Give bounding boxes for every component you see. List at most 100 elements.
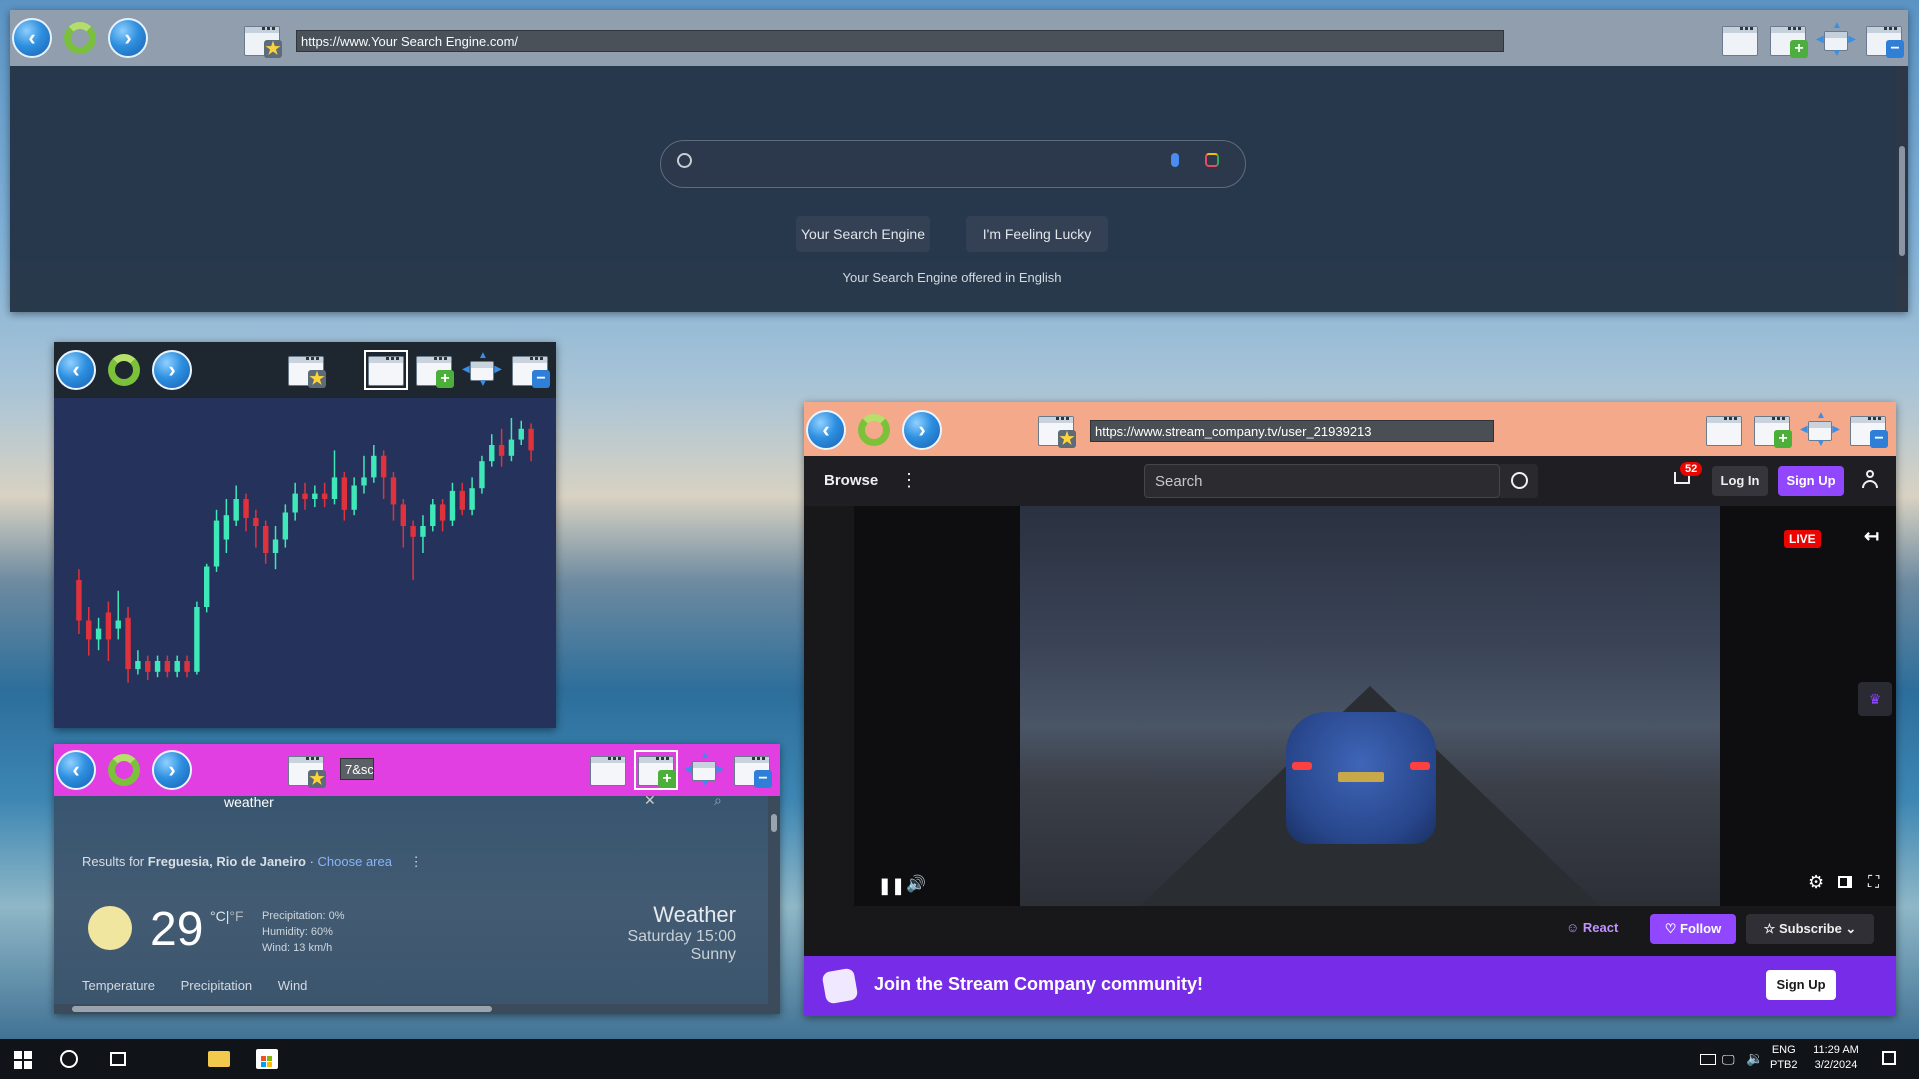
- volume-icon[interactable]: 🔊: [906, 874, 926, 894]
- new-window-button[interactable]: [1720, 22, 1760, 58]
- back-button[interactable]: ‹: [12, 18, 52, 58]
- camera-search-icon[interactable]: [1205, 153, 1219, 167]
- follow-button[interactable]: ♡ Follow: [1650, 914, 1736, 944]
- react-button[interactable]: ☺ React: [1566, 920, 1618, 935]
- search-taskbar-button[interactable]: [60, 1050, 78, 1068]
- candle-body: [341, 477, 348, 510]
- search-engine-button[interactable]: Your Search Engine: [796, 216, 930, 252]
- minimize-button[interactable]: −: [1864, 22, 1904, 58]
- star-icon: ★: [308, 769, 326, 788]
- candle: [420, 515, 426, 553]
- subscribe-button[interactable]: ☆ Subscribe ⌄: [1746, 914, 1874, 944]
- unit-fahrenheit[interactable]: °F: [229, 908, 243, 924]
- language-indicator[interactable]: ENG PTB2: [1770, 1043, 1798, 1073]
- collapse-arrow-icon[interactable]: ↤: [1864, 526, 1879, 547]
- video-player[interactable]: LIVE ↤ ♛ ❚❚ 🔊 ⚙ ⛶: [854, 506, 1896, 906]
- more-options-icon[interactable]: ⋮: [410, 854, 423, 869]
- forward-button[interactable]: ›: [152, 750, 192, 790]
- horizontal-scrollbar[interactable]: [54, 1004, 780, 1014]
- task-view-button[interactable]: [110, 1052, 126, 1066]
- clear-icon[interactable]: ✕: [644, 792, 656, 809]
- tray-volume-icon[interactable]: 🔉: [1746, 1050, 1763, 1067]
- resize-button[interactable]: ▲ ▼ ◀ ▶: [684, 750, 724, 789]
- resize-button[interactable]: ▲ ▼ ◀ ▶: [1800, 410, 1840, 449]
- refresh-button[interactable]: [104, 750, 144, 790]
- pause-button[interactable]: ❚❚: [878, 876, 905, 896]
- star-icon: ★: [264, 39, 282, 58]
- new-tab-button[interactable]: +: [1752, 412, 1792, 448]
- refresh-button[interactable]: [104, 350, 144, 390]
- back-button[interactable]: ‹: [56, 750, 96, 790]
- minimize-button[interactable]: −: [1848, 412, 1888, 448]
- forward-button[interactable]: ›: [108, 18, 148, 58]
- address-bar[interactable]: https://www.Your Search Engine.com/: [296, 30, 1504, 52]
- new-window-button[interactable]: [588, 752, 628, 788]
- forward-button[interactable]: ›: [152, 350, 192, 390]
- banner-signup-button[interactable]: Sign Up: [1766, 970, 1836, 1000]
- vertical-scrollbar[interactable]: [768, 796, 780, 1004]
- refresh-button[interactable]: [60, 18, 100, 58]
- browse-link[interactable]: Browse: [824, 472, 878, 489]
- feeling-lucky-button[interactable]: I'm Feeling Lucky: [966, 216, 1108, 252]
- start-button[interactable]: [14, 1051, 32, 1069]
- search-button[interactable]: [1500, 464, 1538, 498]
- candle-body: [371, 455, 377, 478]
- new-window-button[interactable]: [1704, 412, 1744, 448]
- microphone-icon[interactable]: [1171, 153, 1179, 167]
- minimize-button[interactable]: −: [732, 752, 772, 788]
- tray-battery-icon[interactable]: [1700, 1054, 1716, 1065]
- refresh-button[interactable]: [854, 410, 894, 450]
- back-button[interactable]: ‹: [806, 410, 846, 450]
- fullscreen-icon[interactable]: ⛶: [1868, 874, 1879, 892]
- theatre-mode-icon[interactable]: [1838, 876, 1852, 888]
- search-box[interactable]: [660, 140, 1246, 188]
- candle-body: [361, 477, 367, 486]
- new-tab-button[interactable]: +: [414, 352, 454, 388]
- address-bar[interactable]: https://www.stream_company.tv/user_21939…: [1090, 420, 1494, 442]
- bookmark-button[interactable]: ★: [242, 22, 282, 58]
- tab-temperature[interactable]: Temperature: [82, 978, 155, 993]
- back-button[interactable]: ‹: [56, 350, 96, 390]
- file-explorer-icon[interactable]: [208, 1051, 230, 1067]
- weather-search-bar[interactable]: weather ✕ ⌕: [214, 792, 734, 812]
- new-tab-button[interactable]: +: [1768, 22, 1808, 58]
- search-icon[interactable]: ⌕: [714, 792, 722, 809]
- settings-icon[interactable]: ⚙: [1808, 872, 1824, 893]
- search-query[interactable]: weather: [224, 794, 274, 810]
- candle-body: [154, 661, 161, 672]
- signup-button[interactable]: Sign Up: [1778, 466, 1844, 496]
- forward-button[interactable]: ›: [902, 410, 942, 450]
- scrollbar-thumb[interactable]: [1899, 146, 1905, 256]
- horizontal-scrollbar-thumb[interactable]: [72, 1006, 492, 1012]
- candle-body: [164, 661, 171, 672]
- browser-toolbar: ‹ › ★ + ▲ ▼ ◀ ▶ −: [54, 342, 556, 398]
- resize-button[interactable]: ▲ ▼ ◀ ▶: [1816, 20, 1856, 59]
- clock[interactable]: 11:29 AM 3/2/2024: [1804, 1043, 1868, 1073]
- address-bar[interactable]: 7&sc: [340, 758, 374, 780]
- more-menu-icon[interactable]: ⋮: [900, 470, 918, 491]
- new-tab-button[interactable]: +: [634, 750, 678, 790]
- tab-wind[interactable]: Wind: [278, 978, 308, 993]
- resize-button[interactable]: ▲ ▼ ◀ ▶: [462, 350, 502, 389]
- tab-precipitation[interactable]: Precipitation: [181, 978, 253, 993]
- bookmark-button[interactable]: ★: [1036, 412, 1076, 448]
- candle: [95, 617, 102, 651]
- unit-toggle[interactable]: °C|°F: [210, 908, 244, 924]
- unit-celsius[interactable]: °C: [210, 908, 226, 924]
- user-icon[interactable]: [1862, 470, 1878, 490]
- choose-area-link[interactable]: Choose area: [318, 854, 392, 869]
- bookmark-button[interactable]: ★: [286, 352, 326, 388]
- stream-search-input[interactable]: Search: [1144, 464, 1500, 498]
- candle: [115, 590, 121, 640]
- stream-top-nav: Browse ⋮ Search 52 Log In Sign Up: [804, 456, 1896, 506]
- vertical-scrollbar-thumb[interactable]: [771, 814, 777, 832]
- tray-network-icon[interactable]: 🖵: [1722, 1052, 1735, 1068]
- minimize-button[interactable]: −: [510, 352, 550, 388]
- new-window-button[interactable]: [364, 350, 408, 390]
- bookmark-button[interactable]: ★: [286, 752, 326, 788]
- login-button[interactable]: Log In: [1712, 466, 1768, 496]
- notification-center-icon[interactable]: [1882, 1051, 1896, 1065]
- scrollbar[interactable]: [1896, 66, 1908, 312]
- store-icon[interactable]: [256, 1049, 278, 1069]
- crown-icon[interactable]: ♛: [1858, 682, 1892, 716]
